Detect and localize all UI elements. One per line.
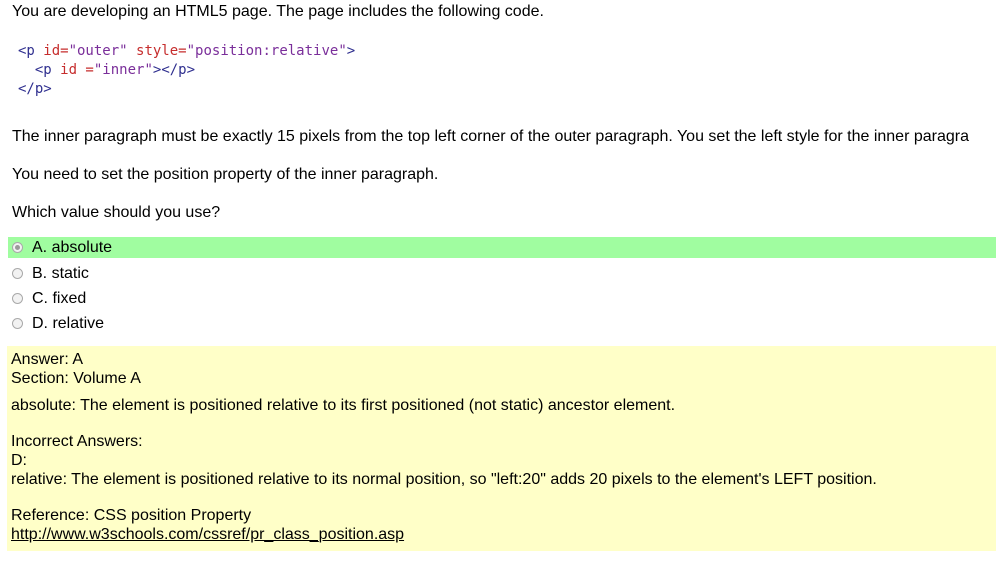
code-snippet: <p id="outer" style="position:relative">… [18, 42, 355, 99]
question-prompt: Which value should you use? [12, 204, 221, 221]
option-a[interactable]: A. absolute [8, 237, 996, 258]
question-paragraph-1: The inner paragraph must be exactly 15 p… [12, 128, 969, 145]
answer-line: Answer: A [11, 351, 84, 368]
option-d[interactable]: D. relative [0, 311, 996, 336]
option-b[interactable]: B. static [0, 261, 996, 286]
code-value: "position:relative" [186, 43, 347, 59]
incorrect-letter: D: [11, 452, 27, 469]
code-line-1: <p id="outer" style="position:relative"> [18, 43, 355, 59]
code-attr: id= [34, 43, 69, 59]
question-page: You are developing an HTML5 page. The pa… [0, 0, 996, 563]
reference-link[interactable]: http://www.w3schools.com/cssref/pr_class… [11, 526, 404, 543]
answer-options: A. absolute B. static C. fixed D. relati… [0, 237, 996, 336]
code-tag: <p [34, 62, 52, 78]
code-tag: > [346, 43, 356, 59]
question-paragraph-2: You need to set the position property of… [12, 166, 439, 183]
incorrect-heading: Incorrect Answers: [11, 433, 143, 450]
option-label: B. static [32, 264, 89, 282]
radio-checked-icon[interactable] [12, 242, 23, 253]
explanation-text: absolute: The element is positioned rela… [11, 397, 676, 414]
radio-icon[interactable] [12, 318, 23, 329]
code-tag: <p [18, 43, 35, 59]
code-value: "inner" [93, 62, 153, 78]
code-line-2: <p id ="inner"></p> [18, 62, 195, 78]
code-line-3: </p> [18, 81, 52, 97]
option-label: A. absolute [32, 238, 113, 256]
question-intro: You are developing an HTML5 page. The pa… [12, 3, 544, 20]
code-attr: id = [51, 62, 94, 78]
code-attr: style= [127, 43, 187, 59]
incorrect-explanation: relative: The element is positioned rela… [11, 471, 877, 488]
answer-explanation-box: Answer: A Section: Volume A absolute: Th… [7, 346, 996, 551]
option-label: D. relative [32, 314, 105, 332]
option-label: C. fixed [32, 289, 87, 307]
option-c[interactable]: C. fixed [0, 286, 996, 311]
code-tag: ></p> [152, 62, 196, 78]
radio-icon[interactable] [12, 268, 23, 279]
code-value: "outer" [68, 43, 128, 59]
code-tag: </p> [18, 81, 52, 97]
section-line: Section: Volume A [11, 370, 141, 387]
reference-line: Reference: CSS position Property [11, 507, 252, 524]
radio-icon[interactable] [12, 293, 23, 304]
